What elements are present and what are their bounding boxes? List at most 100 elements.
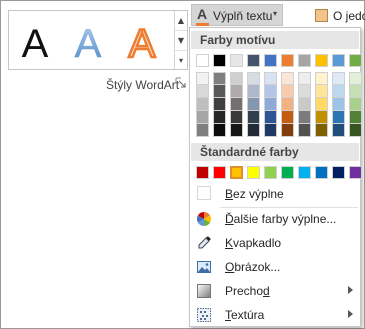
theme-color-swatch[interactable]	[281, 98, 294, 111]
gallery-scroll-down-button[interactable]: ▼	[175, 31, 187, 51]
theme-color-swatch[interactable]	[213, 54, 226, 67]
theme-color-swatch[interactable]	[264, 124, 277, 137]
gallery-scroller: ▲ ▼ ▾	[174, 11, 187, 69]
theme-color-swatch[interactable]	[349, 98, 362, 111]
standard-color-swatch[interactable]	[349, 166, 362, 179]
theme-color-swatch[interactable]	[213, 72, 226, 85]
theme-color-swatch[interactable]	[298, 98, 311, 111]
no-fill-label: Bez výplne	[225, 187, 284, 201]
theme-color-swatch[interactable]	[196, 98, 209, 111]
eyedropper-icon	[198, 236, 211, 249]
more-fill-colors-item[interactable]: Ďalšie farby výplne...	[191, 208, 359, 230]
svg-text:A: A	[129, 22, 156, 65]
theme-color-swatch[interactable]	[349, 124, 362, 137]
picture-label: Obrázok...	[225, 260, 281, 274]
theme-color-swatch[interactable]	[281, 111, 294, 124]
standard-color-swatch[interactable]	[315, 166, 328, 179]
standard-color-swatch[interactable]	[298, 166, 311, 179]
theme-color-swatch[interactable]	[230, 85, 243, 98]
standard-color-swatch[interactable]	[247, 166, 260, 179]
theme-color-swatch[interactable]	[213, 98, 226, 111]
theme-color-swatch[interactable]	[332, 54, 345, 67]
theme-color-swatch[interactable]	[264, 111, 277, 124]
theme-color-swatch[interactable]	[349, 54, 362, 67]
theme-color-swatch[interactable]	[298, 124, 311, 137]
text-outline-label: O jedo	[333, 9, 365, 23]
text-outline-button[interactable]: O jedo	[314, 6, 365, 26]
theme-color-swatch[interactable]	[230, 72, 243, 85]
theme-color-swatch[interactable]	[264, 85, 277, 98]
wordart-orange-outline[interactable]: A	[117, 13, 167, 65]
theme-color-swatch[interactable]	[247, 72, 260, 85]
eyedropper-label: Kvapkadlo	[225, 236, 282, 250]
theme-color-swatch[interactable]	[247, 124, 260, 137]
theme-color-swatch[interactable]	[281, 54, 294, 67]
theme-color-swatch[interactable]	[281, 85, 294, 98]
text-fill-label: Výplň textu	[213, 9, 273, 23]
theme-color-swatch[interactable]	[196, 72, 209, 85]
theme-color-swatch[interactable]	[315, 124, 328, 137]
submenu-arrow-icon	[348, 310, 353, 318]
theme-color-swatch[interactable]	[213, 111, 226, 124]
theme-color-swatch[interactable]	[247, 98, 260, 111]
theme-color-swatch[interactable]	[332, 72, 345, 85]
theme-color-swatch[interactable]	[349, 85, 362, 98]
group-label-wordart-styles: Štýly WordArt	[106, 78, 180, 92]
picture-item[interactable]: Obrázok...	[191, 256, 359, 278]
theme-color-swatch[interactable]	[230, 124, 243, 137]
theme-color-swatch[interactable]	[332, 85, 345, 98]
theme-color-swatch[interactable]	[264, 72, 277, 85]
gallery-scroll-up-button[interactable]: ▲	[175, 11, 187, 31]
theme-color-swatch[interactable]	[264, 54, 277, 67]
theme-color-swatch[interactable]	[213, 124, 226, 137]
standard-color-swatch[interactable]	[213, 166, 226, 179]
theme-color-swatch[interactable]	[349, 111, 362, 124]
color-wheel-icon	[197, 212, 211, 226]
standard-color-swatch[interactable]	[264, 166, 277, 179]
theme-color-swatch[interactable]	[315, 54, 328, 67]
theme-color-swatch[interactable]	[315, 111, 328, 124]
text-fill-button[interactable]: A Výplň textu ▾	[191, 4, 283, 26]
theme-color-swatch[interactable]	[349, 72, 362, 85]
theme-color-swatch[interactable]	[196, 85, 209, 98]
dialog-launcher-icon[interactable]	[175, 77, 187, 89]
gallery-more-button[interactable]: ▾	[175, 51, 187, 70]
wordart-blue-gradient[interactable]: A	[63, 13, 113, 65]
theme-color-swatch[interactable]	[247, 111, 260, 124]
theme-color-swatch[interactable]	[298, 72, 311, 85]
theme-color-swatch[interactable]	[315, 98, 328, 111]
eyedropper-item[interactable]: Kvapkadlo	[191, 232, 359, 254]
theme-color-swatch[interactable]	[281, 124, 294, 137]
wordart-black[interactable]: A	[13, 13, 63, 65]
standard-color-swatch[interactable]	[281, 166, 294, 179]
standard-color-swatch[interactable]	[196, 166, 209, 179]
theme-color-swatch[interactable]	[230, 111, 243, 124]
theme-color-swatch[interactable]	[315, 85, 328, 98]
texture-icon	[197, 308, 211, 322]
theme-color-swatch[interactable]	[332, 124, 345, 137]
theme-color-swatch[interactable]	[332, 98, 345, 111]
svg-text:A: A	[22, 22, 49, 65]
theme-color-swatch[interactable]	[315, 72, 328, 85]
theme-color-swatch[interactable]	[281, 72, 294, 85]
texture-label: Textúra	[225, 308, 265, 322]
theme-color-swatch[interactable]	[298, 85, 311, 98]
theme-color-swatch[interactable]	[230, 98, 243, 111]
theme-color-swatch[interactable]	[298, 111, 311, 124]
theme-color-swatch[interactable]	[213, 85, 226, 98]
theme-color-swatch[interactable]	[264, 98, 277, 111]
theme-color-swatch[interactable]	[332, 111, 345, 124]
theme-color-swatch[interactable]	[298, 54, 311, 67]
theme-color-swatch[interactable]	[230, 54, 243, 67]
no-fill-item[interactable]: Bez výplne	[191, 183, 359, 205]
theme-color-swatch[interactable]	[196, 124, 209, 137]
gradient-item[interactable]: Prechod	[191, 280, 359, 302]
theme-color-swatch[interactable]	[247, 54, 260, 67]
theme-color-swatch[interactable]	[247, 85, 260, 98]
standard-color-swatch[interactable]	[230, 166, 243, 179]
theme-color-swatch[interactable]	[196, 111, 209, 124]
wordart-styles-gallery: A A A ▲ ▼ ▾	[8, 10, 188, 70]
theme-color-swatch[interactable]	[196, 54, 209, 67]
standard-color-swatch[interactable]	[332, 166, 345, 179]
texture-item[interactable]: Textúra	[191, 304, 359, 326]
